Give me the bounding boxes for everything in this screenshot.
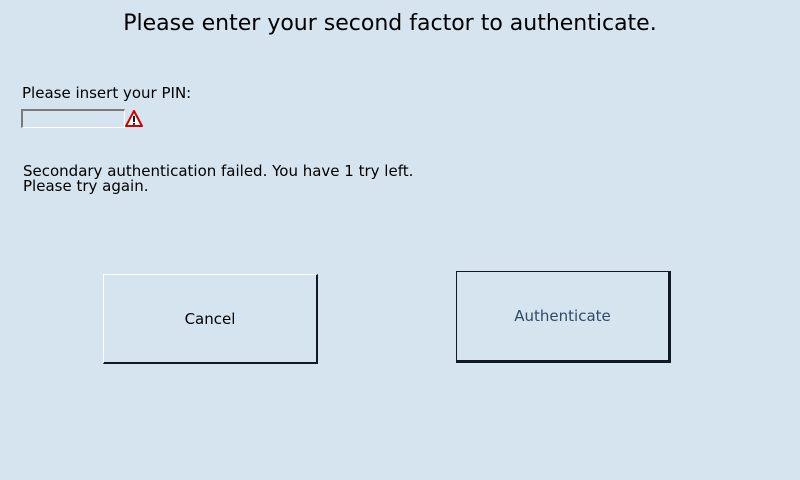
warning-icon [125,110,143,127]
cancel-button-label: Cancel [184,309,236,328]
cancel-button[interactable]: Cancel [103,274,318,364]
authenticate-button-label: Authenticate [514,307,611,325]
dialog-title: Please enter your second factor to authe… [123,11,657,36]
authenticate-button[interactable]: Authenticate [456,271,671,363]
error-message-line2: Please try again. [23,177,149,195]
pin-input[interactable] [21,109,125,128]
error-message: Secondary authentication failed. You hav… [23,164,413,194]
pin-label: Please insert your PIN: [22,84,192,102]
